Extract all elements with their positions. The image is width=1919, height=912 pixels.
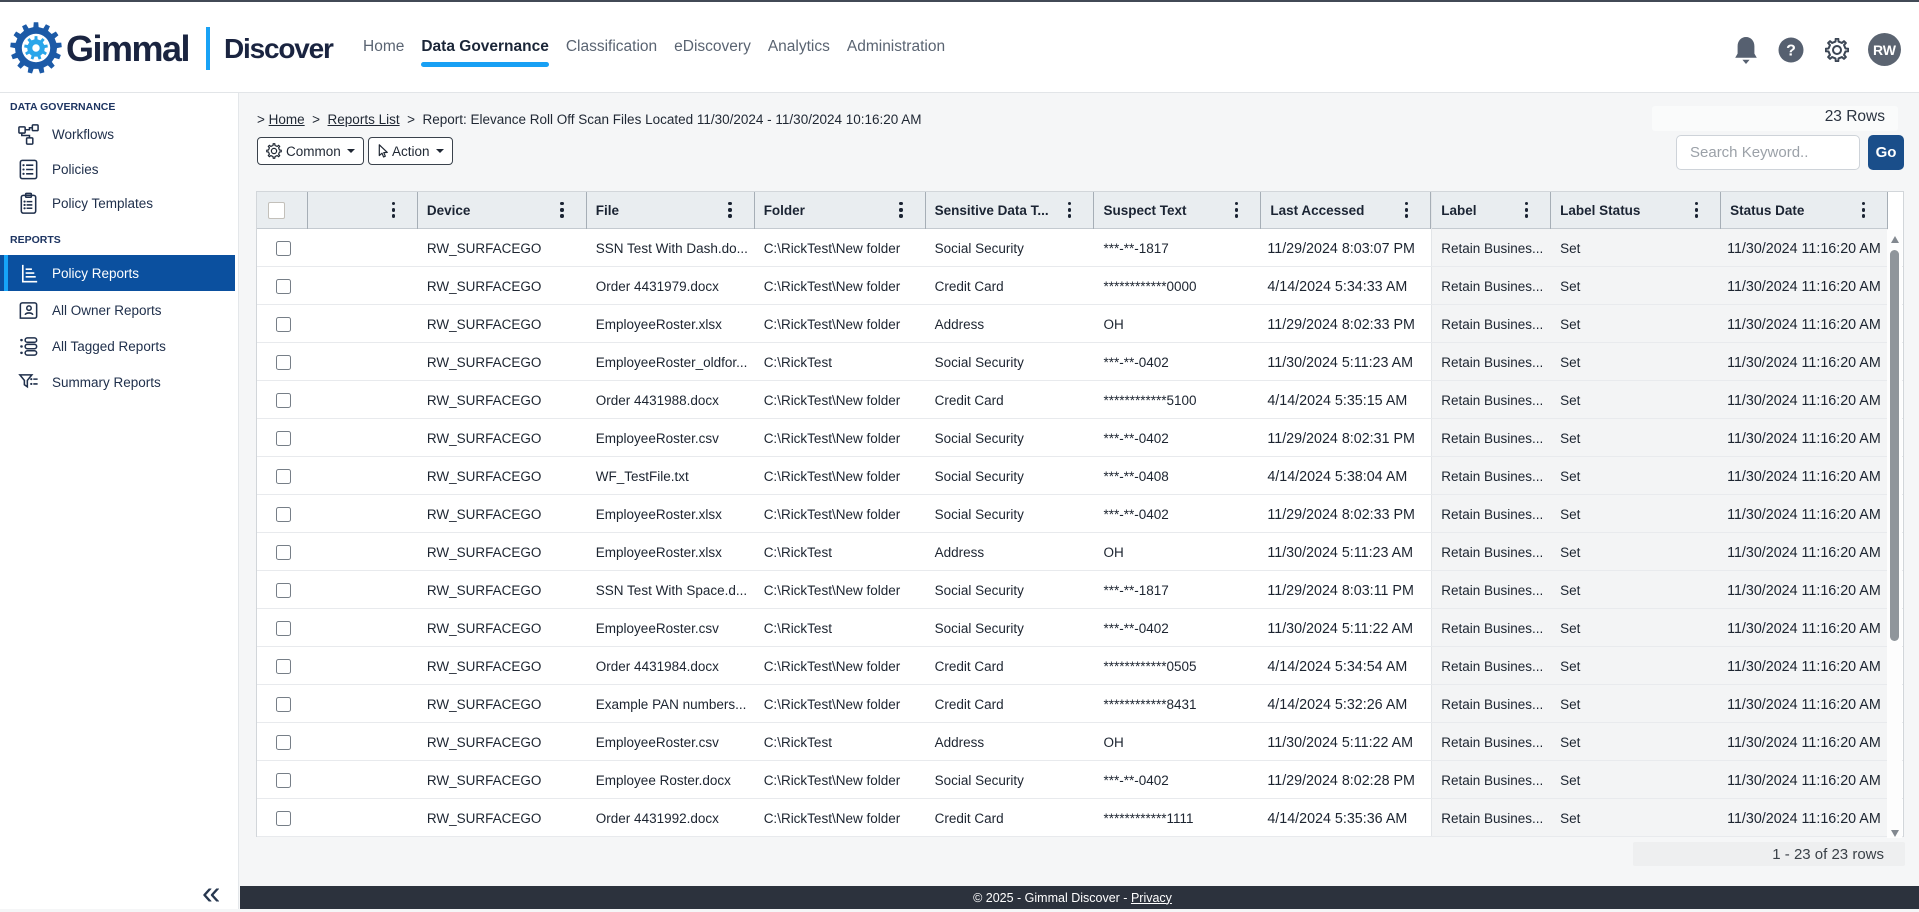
svg-text:?: ? bbox=[1786, 43, 1796, 60]
